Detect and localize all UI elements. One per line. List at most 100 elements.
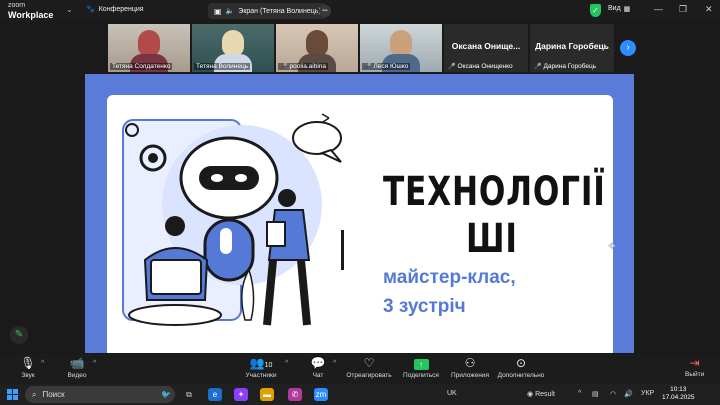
windows-taskbar: ⌕ Поиск 🐦 ⧉ e ✦ ▬ ✆ zm UK ◉ Result ^ ▤ ◠…: [0, 384, 720, 405]
chat-label: Чат: [312, 372, 324, 379]
edge-browser-icon[interactable]: e: [208, 388, 222, 401]
conference-button[interactable]: 🐾 Конференция: [86, 5, 144, 14]
next-page-arrow-icon[interactable]: ›: [620, 40, 636, 56]
mic-muted-icon: 🎤: [534, 64, 542, 70]
participant-name: 🎤 Дарина Горобець: [534, 63, 597, 70]
bird-widget-icon: 🐦: [161, 390, 171, 399]
taskbar-search[interactable]: ⌕ Поиск 🐦: [25, 386, 175, 403]
copilot-icon[interactable]: ✦: [234, 388, 248, 401]
brand-workplace: Workplace: [8, 10, 54, 20]
participant-tile[interactable]: 🎤 poolia.aibina: [276, 24, 358, 72]
tray-chevron-up-icon[interactable]: ^: [578, 390, 581, 397]
participants-label: Участники: [245, 372, 277, 379]
participant-name: Тетяна Солдатенко: [110, 63, 173, 70]
speaker-icon: 🔈: [225, 8, 235, 15]
title-bar: zoom Workplace ⌄ 🐾 Конференция ▣ 🔈 Экран…: [0, 0, 720, 22]
participant-display-name: Оксана Онище...: [451, 41, 521, 51]
restore-icon[interactable]: ❐: [679, 4, 687, 15]
input-language[interactable]: УКР: [641, 390, 654, 397]
participants-button[interactable]: 👥10 Участники: [244, 356, 278, 379]
shield-icon[interactable]: ✓: [590, 4, 601, 17]
zoom-meeting-window: zoom Workplace ⌄ 🐾 Конференция ▣ 🔈 Экран…: [0, 0, 720, 405]
participant-strip: Тетяна Солдатенко Тетяна Волинець 🎤 pooli…: [108, 24, 614, 72]
heart-icon: ♡: [363, 356, 375, 370]
clock-date: 17.04.2025: [662, 394, 695, 401]
participant-display-name: Дарина Горобець: [535, 41, 609, 51]
react-label: Отреагировать: [346, 372, 392, 379]
system-clock[interactable]: 10:13 17.04.2025: [662, 386, 695, 402]
windows-start-icon[interactable]: [7, 389, 18, 400]
share-screen-button[interactable]: ↑ Поделиться: [402, 356, 440, 379]
annotate-pen-icon[interactable]: ✎: [10, 326, 28, 344]
keyboard-language[interactable]: UK: [447, 390, 457, 397]
chat-options-caret-icon[interactable]: ^: [333, 360, 336, 367]
chevron-down-icon[interactable]: ⌄: [66, 5, 73, 14]
apps-label: Приложения: [450, 372, 490, 379]
search-icon: ⌕: [32, 389, 37, 399]
participant-tile[interactable]: Тетяна Солдатенко: [108, 24, 190, 72]
close-icon[interactable]: ✕: [705, 4, 713, 15]
wifi-icon[interactable]: ◠: [610, 390, 616, 398]
task-view-icon[interactable]: ⧉: [182, 388, 196, 401]
camera-icon: 📹: [69, 356, 85, 370]
paw-icon: 🐾: [86, 6, 95, 13]
more-button[interactable]: ⊙ Дополнительно: [496, 356, 546, 379]
apps-icon: ⚇: [464, 356, 476, 370]
video-button[interactable]: 📹 Видео: [64, 356, 90, 379]
cursor-icon: ✥: [608, 241, 616, 251]
brand-zoom: zoom: [8, 2, 26, 9]
mic-muted-icon: 🎤: [364, 64, 372, 70]
more-options-button[interactable]: •••: [319, 5, 331, 17]
screen-share-label: Экран (Тетяна Волинець): [238, 7, 321, 15]
slide-subtitle-line1: майстер-клас,: [383, 267, 516, 288]
mic-muted-icon: 🎤: [448, 64, 456, 70]
participant-tile-active[interactable]: Тетяна Волинець: [192, 24, 274, 72]
viber-icon[interactable]: ✆: [288, 388, 302, 401]
presentation-slide: ТЕХНОЛОГІЇ ШІ майстер-клас, 3 зустріч: [107, 95, 613, 353]
video-label: Видео: [67, 372, 87, 379]
audio-label: Звук: [21, 372, 35, 379]
view-label: Вид: [608, 5, 621, 12]
slide-title-line2: ШІ: [466, 216, 518, 262]
search-placeholder: Поиск: [42, 390, 65, 399]
screen-share-indicator[interactable]: ▣ 🔈 Экран (Тетяна Волинець): [208, 3, 327, 19]
chat-button[interactable]: 💬 Чат: [308, 356, 328, 379]
participant-tile-no-video[interactable]: Оксана Онище... 🎤 Оксана Онищенко: [444, 24, 528, 72]
meeting-toolbar: 🎙 Звук ^ 📹 Видео ^ 👥10 Участники ^ 💬 Чат…: [0, 354, 720, 384]
minimize-icon[interactable]: —: [654, 4, 663, 14]
share-label: Поделиться: [403, 372, 439, 379]
volume-icon[interactable]: 🔊: [624, 390, 633, 398]
video-options-caret-icon[interactable]: ^: [93, 360, 96, 367]
audio-options-caret-icon[interactable]: ^: [41, 360, 44, 367]
clock-time: 10:13: [670, 386, 687, 393]
tray-app-icon[interactable]: ▤: [592, 390, 599, 398]
view-button[interactable]: Вид ▦: [608, 5, 630, 13]
result-indicator[interactable]: ◉ Result: [527, 390, 555, 398]
file-explorer-icon[interactable]: ▬: [260, 388, 274, 401]
grid-icon: ▦: [623, 6, 631, 13]
participant-name: 🎤 Леся Юшко: [362, 63, 411, 70]
shared-screen: ТЕХНОЛОГІЇ ШІ майстер-клас, 3 зустріч: [85, 74, 634, 353]
slide-title-line1: ТЕХНОЛОГІЇ: [383, 169, 606, 215]
participant-tile-no-video[interactable]: Дарина Горобець 🎤 Дарина Горобець: [530, 24, 614, 72]
share-screen-icon: ↑: [413, 359, 429, 370]
mic-muted-icon: 🎤: [280, 64, 288, 70]
more-label: Дополнительно: [497, 372, 545, 379]
leave-label: Выйти: [685, 371, 705, 378]
result-icon: ◉: [527, 391, 536, 398]
participant-tile[interactable]: 🎤 Леся Юшко: [360, 24, 442, 72]
apps-button[interactable]: ⚇ Приложения: [450, 356, 490, 379]
more-icon: •••: [322, 8, 328, 14]
microphone-icon: 🎙: [20, 356, 36, 370]
participant-name: Тетяна Волинець: [194, 63, 251, 70]
audio-button[interactable]: 🎙 Звук: [18, 356, 38, 379]
conference-label: Конференция: [98, 5, 144, 13]
more-dots-icon: ⊙: [515, 356, 527, 370]
chat-icon: 💬: [310, 356, 326, 370]
react-button[interactable]: ♡ Отреагировать: [346, 356, 392, 379]
participants-count: 10: [264, 362, 273, 369]
leave-button[interactable]: ⇥ Выйти: [685, 356, 704, 378]
participants-options-caret-icon[interactable]: ^: [285, 360, 288, 367]
zoom-taskbar-icon[interactable]: zm: [314, 388, 328, 401]
leave-icon: ⇥: [689, 356, 700, 370]
